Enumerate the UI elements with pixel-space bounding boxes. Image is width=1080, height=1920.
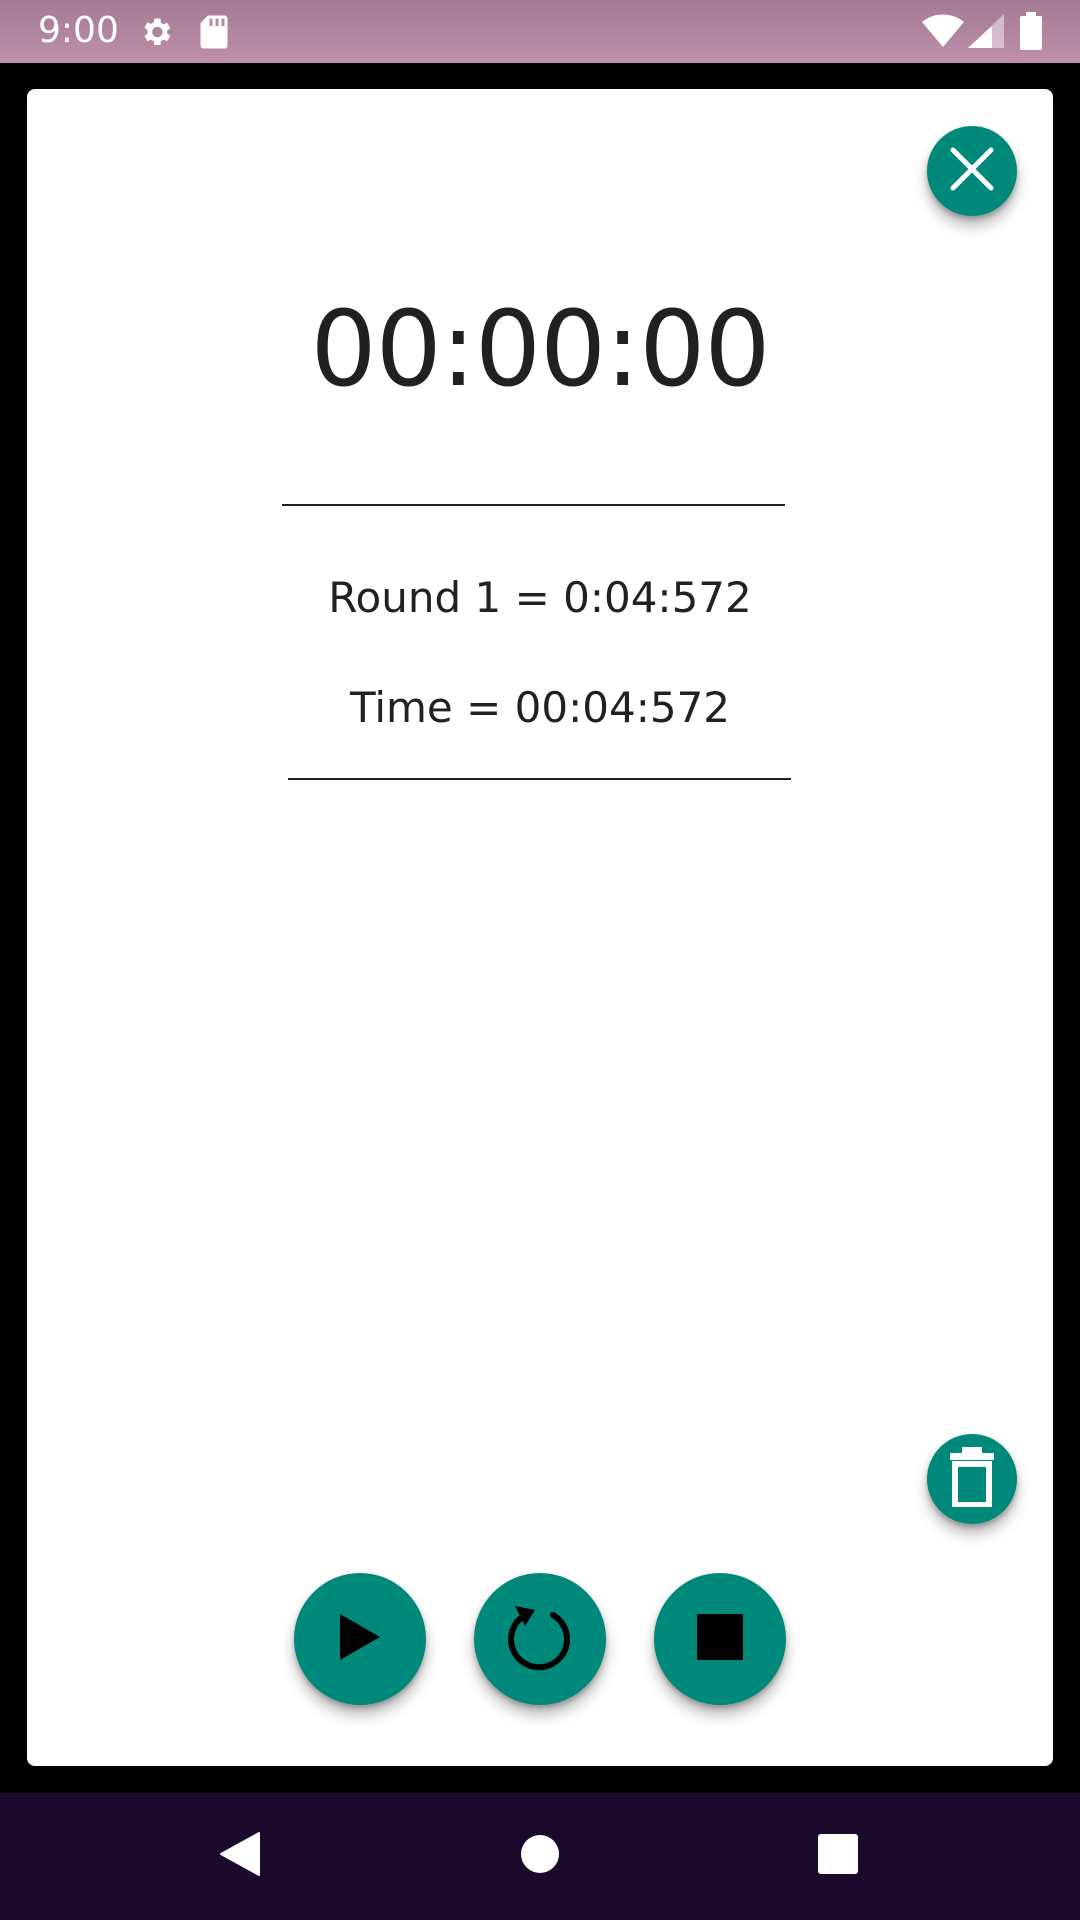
- status-bar: 9:00: [0, 0, 1080, 63]
- app-screen: 00:00:00 Round 1 = 0:04:572 Time = 00:04…: [0, 63, 1080, 1793]
- battery-icon: [1020, 12, 1042, 55]
- timer-display: 00:00:00: [310, 288, 770, 410]
- settings-icon: [138, 14, 174, 55]
- lap-time-text: Time = 00:04:572: [349, 683, 731, 732]
- stop-icon: [697, 1613, 743, 1665]
- delete-button[interactable]: [927, 1434, 1017, 1524]
- recents-icon: [818, 1834, 858, 1879]
- home-button[interactable]: [480, 1793, 600, 1920]
- reset-button[interactable]: [474, 1573, 606, 1705]
- signal-icon: [968, 14, 1004, 53]
- refresh-icon: [505, 1602, 575, 1677]
- play-button[interactable]: [294, 1573, 426, 1705]
- recents-button[interactable]: [778, 1793, 898, 1920]
- navigation-bar: [0, 1793, 1080, 1920]
- bottom-divider: [288, 778, 791, 780]
- close-icon: [947, 144, 997, 199]
- top-divider: [282, 504, 785, 506]
- trash-icon: [948, 1446, 996, 1512]
- back-button[interactable]: [180, 1793, 300, 1920]
- wifi-icon: [922, 14, 964, 53]
- lap-round-text: Round 1 = 0:04:572: [328, 573, 752, 622]
- sd-card-icon: [198, 14, 230, 55]
- play-icon: [338, 1612, 382, 1667]
- stop-button[interactable]: [654, 1573, 786, 1705]
- stopwatch-dialog: 00:00:00 Round 1 = 0:04:572 Time = 00:04…: [27, 89, 1053, 1766]
- back-icon: [219, 1831, 261, 1882]
- home-icon: [521, 1835, 559, 1878]
- status-time: 9:00: [38, 10, 119, 51]
- close-button[interactable]: [927, 126, 1017, 216]
